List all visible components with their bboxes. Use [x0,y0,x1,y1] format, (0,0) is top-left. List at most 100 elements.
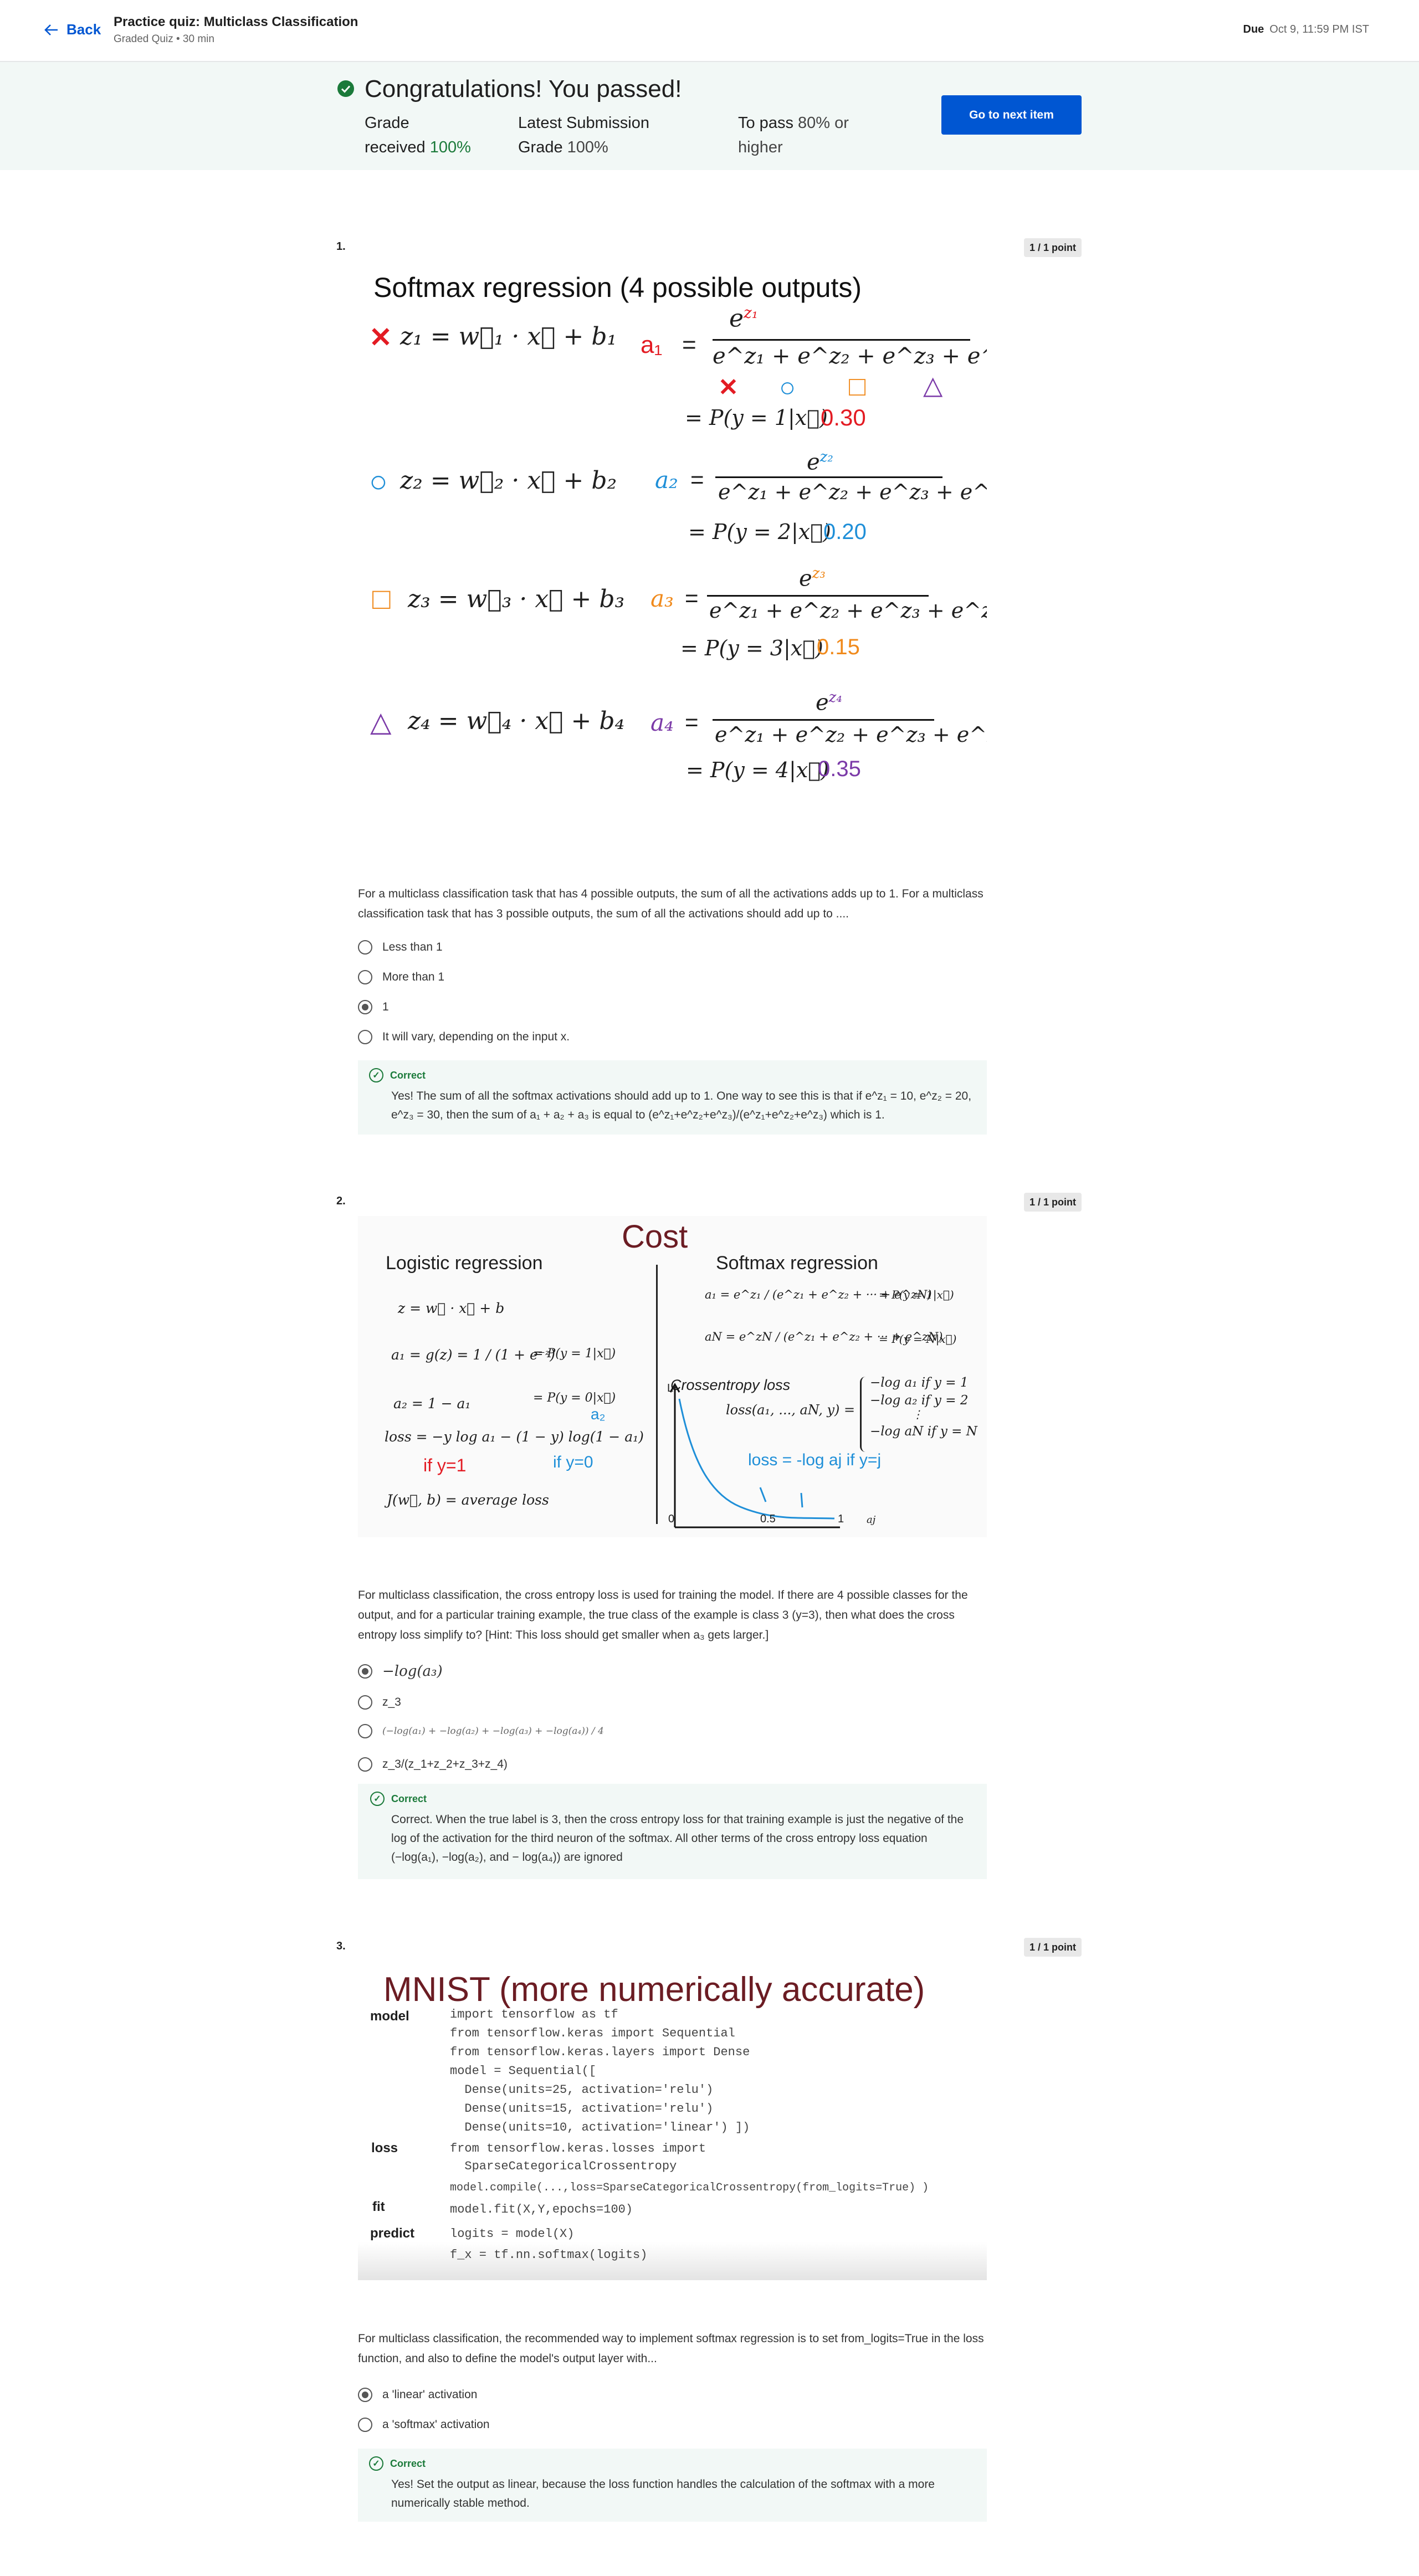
ce-case-1: −log a₁ if y = 1 [870,1376,969,1390]
radio-button[interactable] [358,1757,372,1772]
code-line: f_x = tf.nn.softmax(logits) [450,2248,648,2262]
radio-button-selected[interactable] [358,1664,372,1679]
answer-option[interactable]: (−log(a₁) + −log(a₂) + −log(a₃) + −log(a… [358,1724,604,1738]
option-label: −log(a₃) [382,1663,443,1680]
feedback-text: Yes! Set the output as linear, because t… [391,2478,935,2510]
option-label: z_3 [382,1696,401,1708]
label-model: model [370,2009,409,2024]
radio-button-selected[interactable] [358,2388,372,2402]
logistic-loss: loss = −y log a₁ − (1 − y) log(1 − a₁) [385,1429,644,1445]
a1-value: 0.30 [821,404,866,430]
check-icon: ✓ [370,1792,385,1806]
answer-option[interactable]: −log(a₃) [358,1663,443,1680]
code-line: SparseCategoricalCrossentropy [450,2159,677,2173]
passed-title: Congratulations! You passed! [365,75,682,102]
a2-label: a₂ [655,466,678,494]
axis-1: 1 [838,1513,844,1525]
answer-option[interactable]: 1 [358,1000,389,1014]
feedback-title: Correct [391,1793,427,1804]
answer-option[interactable]: a 'softmax' activation [358,2418,490,2432]
question-number: 1. [336,240,346,253]
arrow-left-icon [44,24,58,35]
p-y2: = P(y = 2|x⃗) [688,520,831,544]
question-number: 2. [336,1195,346,1207]
code-line: from tensorflow.keras.losses import [450,2142,706,2156]
due-value: Oct 9, 11:59 PM IST [1269,23,1369,35]
p-y3: = P(y = 3|x⃗) [680,636,823,660]
answer-option[interactable]: z_3/(z_1+z_2+z_3+z_4) [358,1757,508,1772]
radio-button[interactable] [358,940,372,955]
option-label: 1 [382,1000,389,1013]
label-loss: loss [371,2141,398,2156]
logistic-p0: = P(y = 0|x⃗) [533,1391,616,1405]
radio-button[interactable] [358,970,372,984]
back-link[interactable]: Back [44,21,101,38]
cost-figure: Cost Logistic regression Softmax regress… [358,1216,987,1537]
check-icon: ✓ [369,1068,383,1082]
a3-value: 0.15 [817,635,860,659]
figure-title: MNIST (more numerically accurate) [383,1971,925,2009]
ce-case-n: −log aN if y = N [870,1424,977,1439]
feedback-panel: ✓ Correct Yes! Set the output as linear, … [358,2449,987,2522]
axis-l: L [667,1382,674,1394]
radio-button[interactable] [358,1030,372,1044]
circle-symbol-icon: ○ [369,464,388,499]
axis-aj: aj [867,1514,876,1526]
check-icon: ✓ [369,2456,383,2471]
ce-case-dots: ⋮ [912,1408,923,1421]
feedback-panel: ✓ Correct Yes! The sum of all the softmax… [358,1060,987,1135]
quiz-title: Practice quiz: Multiclass Classification [114,14,358,29]
softmax-title: Softmax regression [716,1253,878,1274]
radio-button[interactable] [358,2418,372,2432]
code-line: Dense(units=10, activation='linear') ]) [450,2121,750,2134]
grade-label-2: received [365,138,426,156]
a4-denominator: e^z₁ + e^z₂ + e^z₃ + e^z₄ [715,722,987,747]
option-label: a 'linear' activation [382,2388,478,2401]
logistic-a1: a₁ = g(z) = 1 / (1 + e⁻ᶻ) [391,1347,556,1363]
logistic-z: z = w⃗ · x⃗ + b [398,1300,505,1316]
answer-option[interactable]: z_3 [358,1695,401,1710]
p-y1: = P(y = 1|x⃗) [685,406,828,430]
latest-label-2: Grade [518,138,563,156]
question-prompt: For multiclass classification, the cross… [358,1589,968,1641]
axis-0: 0 [668,1513,675,1525]
question-number: 3. [336,1940,346,1952]
go-to-next-item-button[interactable]: Go to next item [941,95,1082,135]
answer-option[interactable]: a 'linear' activation [358,2388,477,2402]
feedback-title: Correct [390,2457,426,2469]
answer-option[interactable]: More than 1 [358,970,444,984]
square-symbol-icon: □ [372,582,391,615]
code-line: Dense(units=15, activation='relu') [450,2102,714,2116]
option-label: z_3/(z_1+z_2+z_3+z_4) [382,1758,508,1771]
a3-label: a₃ [650,585,674,612]
grade-value: 100% [429,138,471,156]
radio-button[interactable] [358,1724,372,1738]
topass-label: To pass [738,114,793,132]
code-line: logits = model(X) [450,2227,575,2241]
softmax-p1: = P(y = 1|x⃗) [879,1288,954,1301]
feedback-panel: ✓ Correct Correct. When the true label is… [358,1784,987,1879]
check-circle-icon [337,80,354,97]
question-prompt: For multiclass classification, the recom… [358,2332,984,2365]
logistic-a2: a₂ = 1 − a₁ [393,1395,471,1412]
code-line: model.compile(...,loss=SparseCategorical… [450,2182,929,2194]
loss-annotation: loss = -log aj if y=j [748,1451,882,1469]
figure-title: Softmax regression (4 possible outputs) [373,272,862,303]
logistic-title: Logistic regression [386,1253,543,1274]
answer-option[interactable]: Less than 1 [358,940,443,955]
radio-button[interactable] [358,1695,372,1710]
a2-annotation: a₂ [591,1405,606,1423]
latest-value: 100% [567,138,608,156]
answer-option[interactable]: It will vary, depending on the input x. [358,1030,570,1044]
cost-j: J(w⃗, b) = average loss [387,1492,549,1508]
latest-submission-grade: Latest Submission Grade 100% [518,111,649,160]
a1-label: a₁ [641,331,663,358]
latest-label-1: Latest Submission [518,114,649,132]
topass-value-1: 80% or [798,114,849,132]
z2-equation: z₂ = w⃗₂ · x⃗ + b₂ [400,466,617,495]
a1-denominator: e^z₁ + e^z₂ + e^z₃ + e^z₄ [713,343,987,369]
grade-label-1: Grade [365,114,409,132]
label-predict: predict [370,2226,415,2241]
label-fit: fit [372,2199,385,2214]
radio-button-selected[interactable] [358,1000,372,1014]
